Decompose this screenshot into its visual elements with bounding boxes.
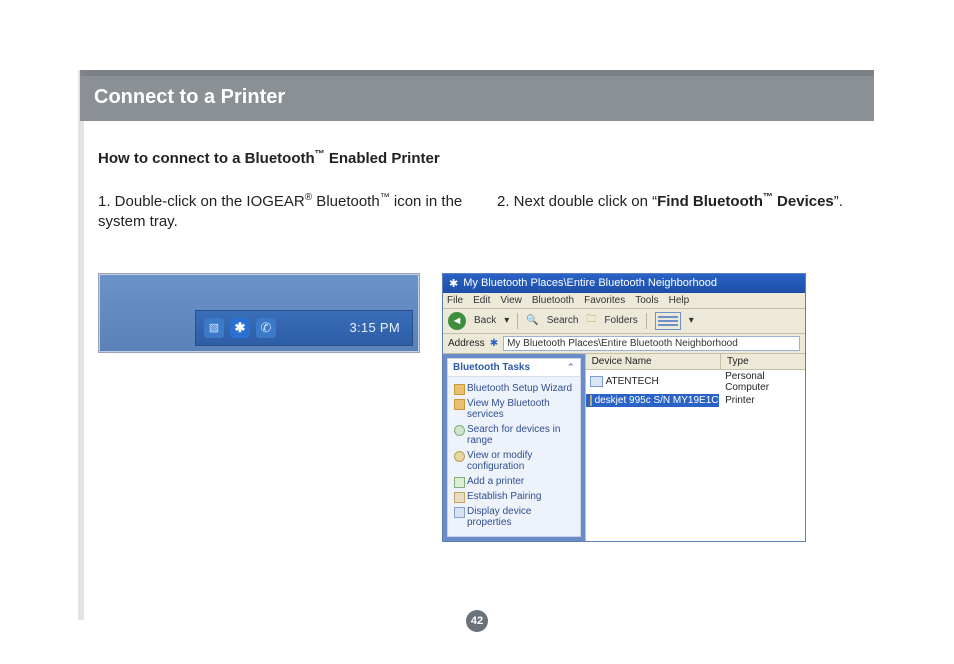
menu-tools[interactable]: Tools [635,295,658,306]
tasks-list: Bluetooth Setup Wizard View My Bluetooth… [448,377,580,536]
collapse-icon: ⌃ [567,362,575,373]
page-left-rule [78,70,84,620]
step2-suffix: ”. [834,193,843,210]
views-chevron-icon[interactable]: ▾ [689,315,694,326]
col-type[interactable]: Type [721,354,805,369]
search-button[interactable]: Search [547,315,579,326]
menu-help[interactable]: Help [669,295,690,306]
page-number: 42 [466,610,488,632]
device-name: ATENTECH [606,376,659,387]
tray-generic-icon[interactable]: ▧ [204,318,224,338]
menu-file[interactable]: File [447,295,463,306]
taskbar-clock: 3:15 PM [349,320,404,335]
window-titlebar[interactable]: ✱ My Bluetooth Places\Entire Bluetooth N… [443,274,805,293]
step2-prefix: 2. Next double click on “ [497,193,657,210]
step2-bold-b: Devices [773,193,834,210]
printer-icon [590,395,592,406]
step-2: 2. Next double click on “Find Bluetooth™… [497,191,874,233]
taskbar-strip: ▧ ✱ ✆ 3:15 PM [195,310,413,346]
icon-glyph: ▧ [209,321,219,334]
subhead-text-b: Enabled Printer [325,150,440,167]
task-view-services[interactable]: View My Bluetooth services [453,396,575,422]
page: Connect to a Printer How to connect to a… [0,0,954,542]
bluetooth-icon: ✱ [235,320,246,336]
window-body: Bluetooth Tasks ⌃ Bluetooth Setup Wizard… [443,354,805,541]
section-header: Connect to a Printer [80,70,874,121]
device-row-selected[interactable]: deskjet 995c S/N MY19E1C0XX3L Printer [586,394,805,407]
bluetooth-icon: ✱ [490,338,498,349]
address-bar: Address ✱ [443,334,805,354]
tray-phone-icon[interactable]: ✆ [256,318,276,338]
menu-view[interactable]: View [500,295,522,306]
tasks-heading: Bluetooth Tasks [453,362,530,373]
tm-symbol: ™ [380,192,390,203]
step1-prefix: 1. Double-click on the IOGEAR [98,193,305,210]
figure-system-tray: ▧ ✱ ✆ 3:15 PM [98,273,420,353]
bluetooth-tasks-panel: Bluetooth Tasks ⌃ Bluetooth Setup Wizard… [447,358,581,537]
device-list-pane: Device Name Type ATENTECH Personal Compu… [585,354,805,541]
step2-bold-a: Find Bluetooth [657,193,763,210]
menu-favorites[interactable]: Favorites [584,295,625,306]
list-header: Device Name Type [586,354,805,370]
device-type: Printer [719,394,805,407]
task-search-devices[interactable]: Search for devices in range [453,422,575,448]
subheading: How to connect to a Bluetooth™ Enabled P… [98,149,874,167]
folders-icon: 🗀 [586,312,596,329]
computer-icon [590,376,603,387]
task-setup-wizard[interactable]: Bluetooth Setup Wizard [453,381,575,396]
step-1: 1. Double-click on the IOGEAR® Bluetooth… [98,191,475,233]
folders-button[interactable]: Folders [604,315,637,326]
device-rows: ATENTECH Personal Computer deskjet 995c … [586,370,805,407]
task-modify-config[interactable]: View or modify configuration [453,448,575,474]
tray-bluetooth-icon[interactable]: ✱ [230,318,250,338]
window-title: My Bluetooth Places\Entire Bluetooth Nei… [463,277,717,289]
section-title: Connect to a Printer [94,86,285,108]
chevron-down-icon[interactable]: ▾ [504,315,509,326]
device-name: deskjet 995c S/N MY19E1C0XX3L [595,395,720,406]
task-add-printer[interactable]: Add a printer [453,474,575,489]
device-row[interactable]: ATENTECH Personal Computer [586,370,805,394]
device-type: Personal Computer [719,370,805,394]
toolbar-separator [517,313,518,329]
address-label: Address [448,338,485,349]
tasks-panel-header[interactable]: Bluetooth Tasks ⌃ [448,359,580,377]
figures-row: ▧ ✱ ✆ 3:15 PM ✱ My Bluetooth Places\Enti… [98,273,874,542]
address-input[interactable] [503,336,800,351]
tm-symbol: ™ [763,192,773,203]
col-device-name[interactable]: Device Name [586,354,721,369]
subhead-text-a: How to connect to a Bluetooth [98,150,315,167]
back-button-icon[interactable]: ◄ [448,312,466,330]
menubar: File Edit View Bluetooth Favorites Tools… [443,293,805,309]
menu-bluetooth[interactable]: Bluetooth [532,295,574,306]
back-button[interactable]: Back [474,315,496,326]
bluetooth-icon: ✱ [449,277,458,290]
tasks-sidebar: Bluetooth Tasks ⌃ Bluetooth Setup Wizard… [443,354,585,541]
views-button-icon[interactable] [655,312,681,330]
menu-edit[interactable]: Edit [473,295,490,306]
toolbar: ◄ Back ▾ 🔍 Search 🗀 Folders ▾ [443,309,805,334]
step1-mid: Bluetooth [312,193,380,210]
instruction-columns: 1. Double-click on the IOGEAR® Bluetooth… [98,191,874,233]
figure-explorer-window: ✱ My Bluetooth Places\Entire Bluetooth N… [442,273,806,542]
search-icon: 🔍 [526,315,538,326]
task-device-properties[interactable]: Display device properties [453,504,575,530]
phone-icon: ✆ [261,320,272,336]
tm-symbol: ™ [315,149,325,160]
toolbar-separator [646,313,647,329]
task-establish-pairing[interactable]: Establish Pairing [453,489,575,504]
